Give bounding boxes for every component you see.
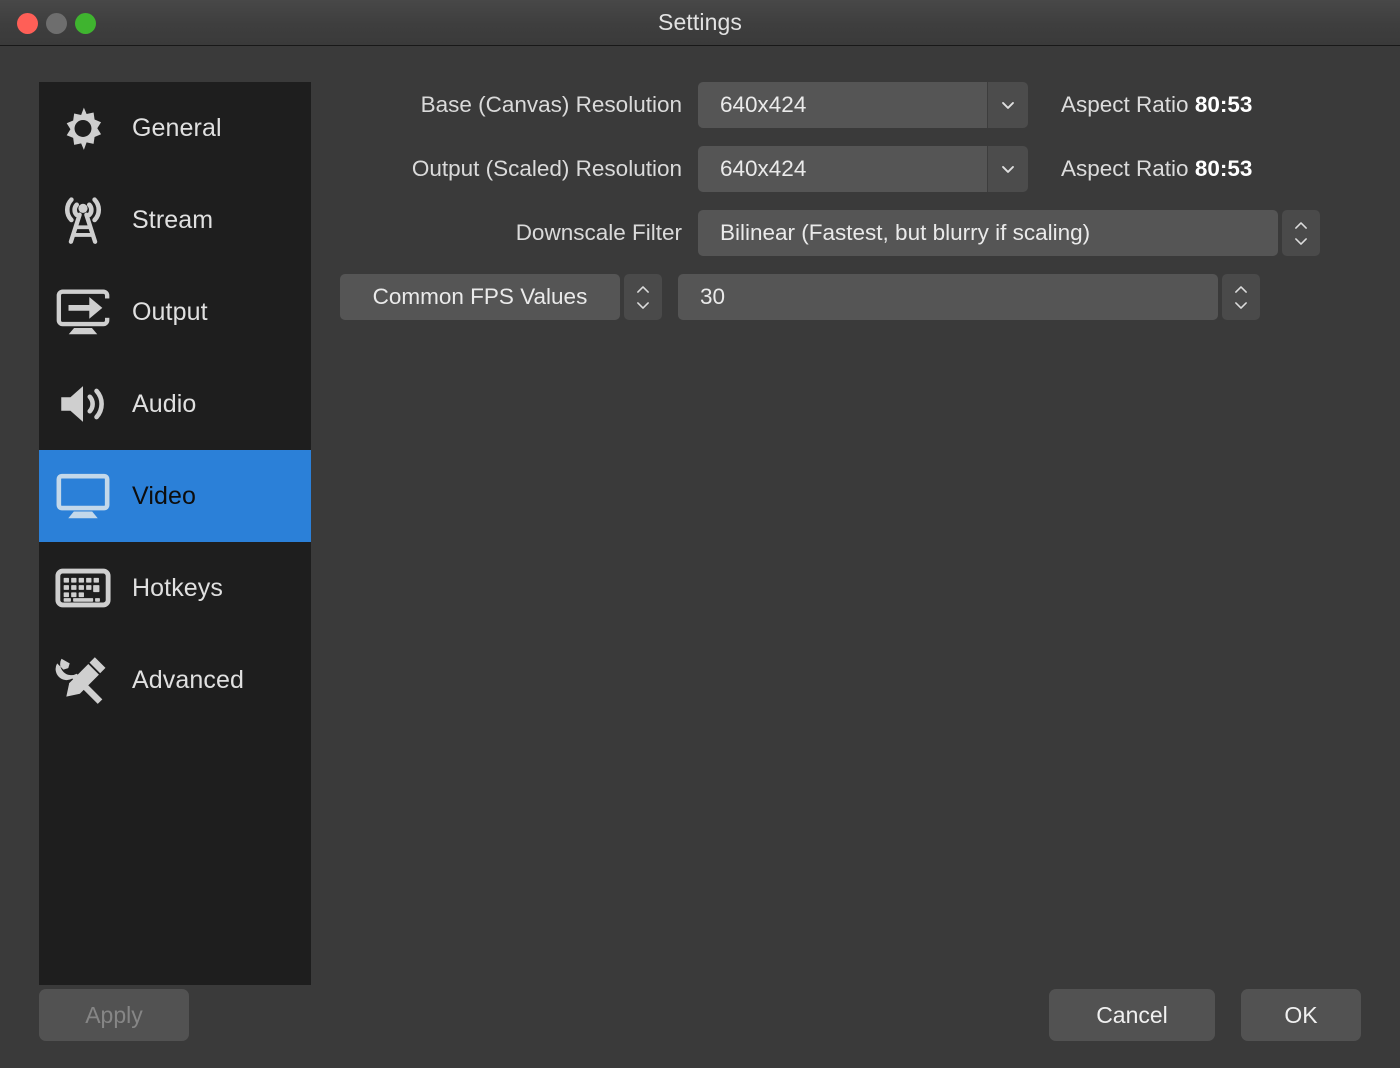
video-settings-panel: Base (Canvas) Resolution 640x424 Aspect … [340,82,1360,338]
settings-sidebar: General Stream Output Audio Video Hotkey… [39,82,311,985]
monitor-icon [52,465,114,527]
window-title: Settings [658,9,742,35]
output-aspect-prefix: Aspect Ratio [1061,156,1189,181]
sidebar-item-label: Advanced [132,665,244,694]
downscale-filter-label: Downscale Filter [515,220,682,245]
base-resolution-row: Base (Canvas) Resolution 640x424 Aspect … [340,82,1360,128]
fps-type-stepper[interactable] [624,274,662,320]
output-resolution-row: Output (Scaled) Resolution 640x424 Aspec… [340,146,1360,192]
speaker-icon [52,373,114,435]
sidebar-item-general[interactable]: General [39,82,311,174]
sidebar-item-label: Video [132,481,196,510]
base-aspect-value: 80:53 [1194,92,1253,117]
fps-type-select[interactable]: Common FPS Values [340,274,620,320]
sidebar-item-label: General [132,113,222,142]
chevron-down-icon[interactable] [987,82,1028,128]
sidebar-item-advanced[interactable]: Advanced [39,634,311,726]
downscale-filter-stepper[interactable] [1282,210,1320,256]
maximize-button[interactable] [75,12,96,34]
output-resolution-value[interactable]: 640x424 [698,146,987,192]
wrench-screwdriver-icon [52,649,114,711]
window-body: General Stream Output Audio Video Hotkey… [0,46,1400,1068]
sidebar-item-label: Hotkeys [132,573,224,602]
base-aspect-prefix: Aspect Ratio [1061,92,1189,117]
fps-value-stepper[interactable] [1222,274,1260,320]
output-resolution-label: Output (Scaled) Resolution [411,156,682,181]
chevron-down-icon[interactable] [987,146,1028,192]
sidebar-item-label: Output [132,297,208,326]
title-bar: Settings [0,0,1400,46]
sidebar-item-hotkeys[interactable]: Hotkeys [39,542,311,634]
settings-window: Settings General Stream Output Audio Vid… [0,0,1400,1068]
sidebar-item-audio[interactable]: Audio [39,358,311,450]
output-aspect-ratio: Aspect Ratio 80:53 [1061,156,1252,182]
dialog-footer: Apply Cancel OK [0,972,1400,1068]
base-aspect-ratio: Aspect Ratio 80:53 [1061,92,1252,118]
sidebar-item-stream[interactable]: Stream [39,174,311,266]
close-button[interactable] [17,12,38,34]
cancel-button[interactable]: Cancel [1049,989,1215,1041]
downscale-filter-row: Downscale Filter Bilinear (Fastest, but … [340,210,1360,256]
window-controls [17,0,96,46]
base-resolution-combobox[interactable]: 640x424 [698,82,1028,128]
sidebar-item-label: Stream [132,205,214,234]
monitor-arrow-icon [52,281,114,343]
downscale-filter-select[interactable]: Bilinear (Fastest, but blurry if scaling… [698,210,1278,256]
sidebar-item-output[interactable]: Output [39,266,311,358]
minimize-button[interactable] [46,12,67,34]
base-resolution-label: Base (Canvas) Resolution [420,92,682,117]
keyboard-icon [52,557,114,619]
output-aspect-value: 80:53 [1194,156,1253,181]
base-resolution-value[interactable]: 640x424 [698,82,987,128]
sidebar-item-label: Audio [132,389,197,418]
output-resolution-combobox[interactable]: 640x424 [698,146,1028,192]
sidebar-item-video[interactable]: Video [39,450,311,542]
gear-icon [52,97,114,159]
fps-row: Common FPS Values 30 [340,274,1360,320]
fps-value-input[interactable]: 30 [678,274,1218,320]
ok-button[interactable]: OK [1241,989,1361,1041]
broadcast-tower-icon [52,189,114,251]
apply-button[interactable]: Apply [39,989,189,1041]
